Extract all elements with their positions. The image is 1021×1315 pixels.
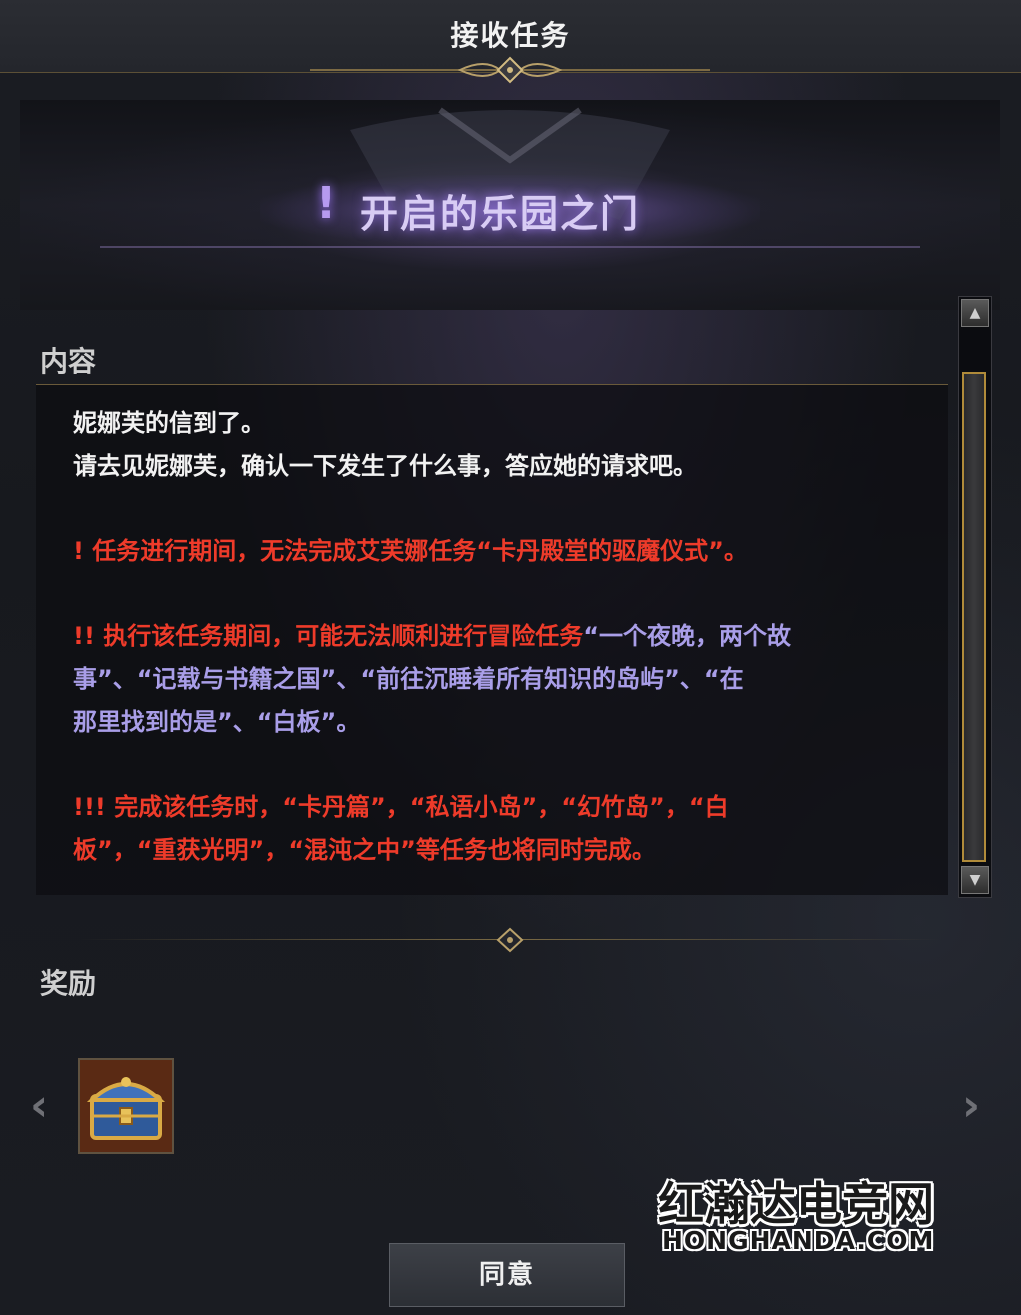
quest-title: 开启的乐园之门 [360, 192, 641, 236]
reward-next-arrow-icon[interactable]: › [962, 1080, 980, 1131]
window-title: 接收任务 [450, 19, 571, 52]
quest-names: “一个夜晚，两个故 [583, 622, 792, 650]
warning-prefix: !! 执行该任务期间，可能无法顺利进行冒险任务 [73, 622, 584, 650]
watermark-en: HONGHANDA.COM [662, 1226, 935, 1255]
content-line: 妮娜芙的信到了。 [73, 409, 265, 437]
warning-line: ! 任务进行期间，无法完成艾芙娜任务“卡丹殿堂的驱魔仪式”。 [73, 537, 748, 565]
watermark: 红瀚达电竞网 HONGHANDA.COM [658, 1168, 948, 1260]
rewards-label: 奖励 [40, 967, 97, 1000]
reward-item-slot[interactable] [78, 1058, 174, 1154]
treasure-chest-icon [80, 1060, 172, 1152]
scroll-down-button[interactable]: ▼ [961, 866, 989, 894]
scrollbar-thumb[interactable] [962, 372, 986, 862]
content-line: 请去见妮娜芙，确认一下发生了什么事，答应她的请求吧。 [73, 452, 697, 480]
warning-line: !! 执行该任务期间，可能无法顺利进行冒险任务“一个夜晚，两个故 [73, 615, 791, 658]
quest-names: 事”、“记载与书籍之国”、“前往沉睡着所有知识的岛屿”、“在 [73, 665, 744, 693]
watermark-cn: 红瀚达电竞网 [658, 1177, 934, 1231]
reward-prev-arrow-icon[interactable]: ‹ [30, 1080, 48, 1131]
warning-line: 板”，“重获光明”，“混沌之中”等任务也将同时完成。 [73, 836, 656, 864]
agree-button[interactable]: 同意 [389, 1243, 625, 1307]
scroll-up-button[interactable]: ▲ [961, 299, 989, 327]
title-ornament [310, 56, 710, 84]
title-bar: 接收任务 [0, 0, 1021, 84]
quest-marker-icon: ! [316, 178, 337, 229]
quest-names: 那里找到的是”、“白板”。 [73, 708, 361, 736]
content-label: 内容 [40, 345, 97, 378]
warning-line: !!! 完成该任务时，“卡丹篇”，“私语小岛”，“幻竹岛”，“白 [73, 793, 729, 821]
divider-ornament [496, 927, 524, 953]
